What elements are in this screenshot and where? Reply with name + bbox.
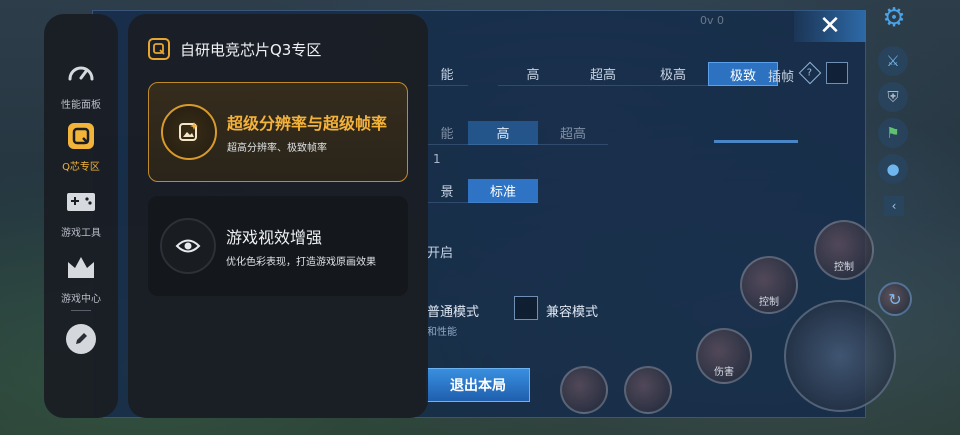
- skill-label: 伤害: [714, 366, 734, 378]
- chevron-left-icon[interactable]: ‹: [884, 196, 904, 216]
- card-title: 超级分辨率与超级帧率: [227, 114, 388, 133]
- attack-button[interactable]: [784, 300, 896, 412]
- skill-label: 控制: [834, 261, 854, 273]
- resolution-option[interactable]: 超高: [538, 121, 608, 145]
- quality-slider[interactable]: [714, 140, 798, 143]
- super-resolution-card[interactable]: 超级分辨率与超级帧率 超高分辨率、极致帧率: [148, 82, 408, 182]
- sidebar-item-label: 游戏工具: [61, 228, 101, 239]
- frame-rate-option[interactable]: 极高: [638, 62, 708, 86]
- toggle-on-label: 开启: [427, 246, 454, 261]
- item-slot[interactable]: [624, 366, 672, 414]
- frame-rate-options: 能 高 超高 极高 极致: [426, 62, 778, 86]
- skill-button-control[interactable]: 控制: [740, 256, 798, 314]
- visual-enhance-card[interactable]: 游戏视效增强 优化色彩表现，打造游戏原画效果: [148, 196, 408, 296]
- frame-interpolation-label: 插帧: [768, 70, 795, 85]
- skill-label: 控制: [759, 296, 779, 308]
- frame-rate-option[interactable]: 能: [426, 62, 468, 86]
- assistant-sidebar: 性能面板 Q芯专区 游戏工具 游戏中心: [44, 14, 118, 418]
- resolution-option[interactable]: 能: [426, 121, 468, 145]
- sword-icon[interactable]: ⚔: [878, 46, 908, 76]
- gamepad-icon: [65, 186, 97, 218]
- eye-icon: [160, 218, 216, 274]
- exit-match-button[interactable]: 退出本局: [426, 368, 530, 402]
- skill-button-damage[interactable]: 伤害: [696, 328, 752, 384]
- sidebar-item-q-chip[interactable]: Q芯专区: [44, 120, 118, 173]
- card-subtitle: 超高分辨率、极致帧率: [227, 143, 327, 154]
- sidebar-item-performance[interactable]: 性能面板: [44, 58, 118, 111]
- crown-icon: [65, 252, 97, 284]
- pencil-icon[interactable]: [66, 324, 96, 354]
- close-settings-button[interactable]: ✕: [794, 10, 866, 42]
- resolution-options: 能 高 超高: [426, 121, 608, 145]
- sidebar-item-label: Q芯专区: [62, 162, 100, 173]
- close-icon: ✕: [819, 11, 841, 41]
- frame-rate-option[interactable]: 高: [498, 62, 568, 86]
- flag-icon[interactable]: ⚑: [878, 118, 908, 148]
- performance-note: 和性能: [427, 327, 457, 338]
- q3-zone-panel: 自研电竞芯片Q3专区 超级分辨率与超级帧率 超高分辨率、极致帧率 游戏视效增强 …: [128, 14, 428, 418]
- sidebar-item-label: 游戏中心: [61, 294, 101, 305]
- card-text: 游戏视效增强 优化色彩表现，打造游戏原画效果: [226, 224, 376, 268]
- panel-title: 自研电竞芯片Q3专区: [180, 40, 322, 59]
- speedometer-icon: [65, 58, 97, 90]
- shield-icon[interactable]: ⛨: [878, 82, 908, 112]
- recall-icon[interactable]: ↻: [878, 282, 912, 316]
- compat-mode-checkbox[interactable]: [514, 296, 538, 320]
- q-chip-icon: [148, 38, 170, 60]
- card-title: 游戏视效增强: [226, 228, 323, 247]
- q-chip-icon: [65, 120, 97, 152]
- score-status: 0v 0: [700, 14, 725, 27]
- display-mode-option[interactable]: 景: [426, 179, 468, 203]
- card-text: 超级分辨率与超级帧率 超高分辨率、极致帧率: [227, 110, 387, 154]
- skill-button-control[interactable]: 控制: [814, 220, 874, 280]
- card-subtitle: 优化色彩表现，打造游戏原画效果: [226, 257, 376, 268]
- gear-icon[interactable]: ⚙: [878, 2, 910, 34]
- sidebar-divider: [71, 310, 91, 311]
- setting-value: 1: [433, 152, 441, 166]
- sidebar-item-game-tools[interactable]: 游戏工具: [44, 186, 118, 239]
- panel-header: 自研电竞芯片Q3专区: [148, 38, 321, 60]
- resolution-option-selected[interactable]: 高: [468, 121, 538, 145]
- sidebar-item-label: 性能面板: [61, 100, 101, 111]
- sidebar-item-game-center[interactable]: 游戏中心: [44, 252, 118, 305]
- display-mode-options: 景 标准: [426, 179, 538, 203]
- compat-mode-label[interactable]: 兼容模式: [546, 301, 598, 320]
- display-mode-option-selected[interactable]: 标准: [468, 179, 538, 203]
- frame-interpolation-checkbox[interactable]: [826, 62, 848, 84]
- chat-icon[interactable]: ●: [878, 154, 908, 184]
- frame-rate-option[interactable]: 超高: [568, 62, 638, 86]
- super-resolution-icon: [161, 104, 217, 160]
- normal-mode-label[interactable]: 普通模式: [427, 301, 479, 320]
- item-slot[interactable]: [560, 366, 608, 414]
